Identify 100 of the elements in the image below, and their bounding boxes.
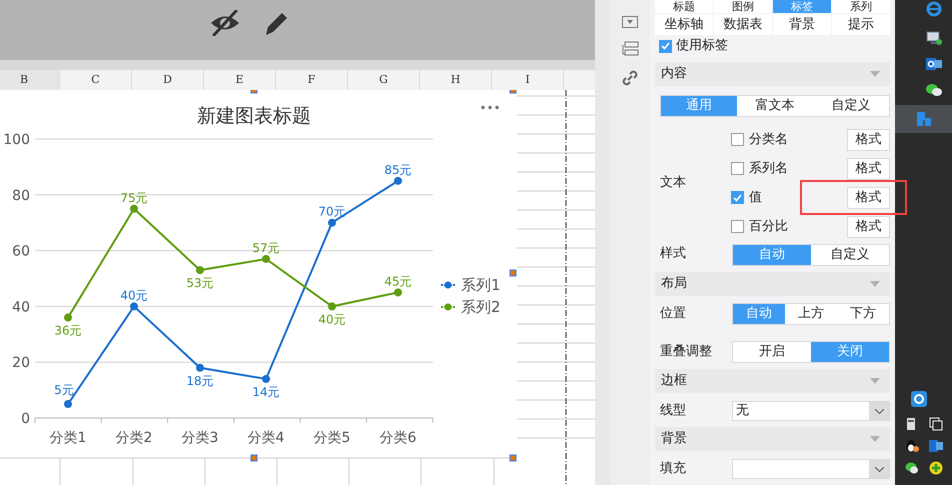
resize-handle[interactable] <box>250 454 258 462</box>
chevron-icon <box>874 466 884 472</box>
app-icon <box>916 111 932 127</box>
axis-label: 60 <box>12 244 30 260</box>
data-label: 5元 <box>54 383 74 398</box>
data-point <box>130 204 138 213</box>
tab[interactable]: 系列 <box>832 0 890 13</box>
dropdown-icon[interactable] <box>622 16 638 28</box>
data-label: 14元 <box>252 384 280 399</box>
format-button[interactable]: 格式 <box>847 158 890 180</box>
search-app-icon[interactable] <box>910 391 926 407</box>
column-header[interactable]: B <box>0 70 60 90</box>
active-app-tile[interactable] <box>895 105 952 133</box>
checkbox-label: 分类名 <box>749 130 788 149</box>
field-label: 样式 <box>659 245 687 263</box>
tab[interactable]: 标题 <box>655 0 713 13</box>
data-point <box>328 302 336 310</box>
link-icon[interactable] <box>622 70 638 86</box>
column-header[interactable]: D <box>132 70 204 90</box>
axis-label: 分类2 <box>116 430 152 446</box>
column-header[interactable]: C <box>60 70 132 90</box>
field-label: 位置 <box>659 305 687 324</box>
resize-handle[interactable] <box>510 454 516 462</box>
column-header[interactable]: G <box>348 70 420 90</box>
data-point <box>328 218 336 227</box>
data-point <box>130 302 138 310</box>
chevron-icon <box>874 408 884 414</box>
axis-label: 80 <box>12 188 30 204</box>
format-button[interactable]: 格式 <box>847 216 890 238</box>
checkbox[interactable] <box>731 191 744 204</box>
data-point <box>64 400 72 408</box>
data-label: 40元 <box>318 312 346 326</box>
data-point <box>196 364 204 372</box>
data-label: 18元 <box>186 374 214 388</box>
caret-icon <box>870 71 880 77</box>
data-label: 75元 <box>120 190 148 205</box>
axis-label: 40 <box>12 299 30 316</box>
data-label: 85元 <box>384 162 412 177</box>
field-label: 文本 <box>659 174 687 192</box>
windows-icon[interactable] <box>928 417 942 431</box>
data-point <box>196 266 204 274</box>
data-label: 40元 <box>120 288 148 302</box>
axis-label: 分类1 <box>50 430 86 446</box>
chat-app-icon[interactable] <box>924 83 942 97</box>
legend-label: 系列1 <box>461 276 501 294</box>
data-label: 53元 <box>186 276 214 290</box>
checkbox-label: 百分比 <box>749 218 788 236</box>
browser-icon[interactable] <box>924 1 942 17</box>
penguin-icon[interactable] <box>904 439 918 453</box>
chat-app-icon[interactable] <box>904 461 918 475</box>
chart-title: 新建图表标题 <box>197 105 311 127</box>
legend-label: 系列2 <box>461 298 501 316</box>
list-icon[interactable] <box>621 41 639 57</box>
format-button[interactable]: 格式 <box>847 128 890 150</box>
field-label: 重叠调整 <box>659 343 713 362</box>
checkbox[interactable] <box>731 162 744 175</box>
section-header[interactable]: 布局 <box>655 272 890 296</box>
mail-app-icon[interactable] <box>926 57 942 71</box>
tab[interactable]: 坐标轴 <box>655 14 713 35</box>
data-point <box>262 254 270 263</box>
section-header[interactable]: 边框 <box>655 369 890 393</box>
axis-label: 20 <box>12 355 30 372</box>
legend-marker <box>441 282 455 288</box>
data-label: 45元 <box>384 274 412 288</box>
column-header[interactable]: F <box>276 70 348 90</box>
caret-icon <box>870 281 880 287</box>
checkbox[interactable] <box>731 133 744 146</box>
axis-label: 100 <box>3 132 30 148</box>
section-header[interactable]: 内容 <box>655 62 890 86</box>
checkbox[interactable] <box>659 40 672 52</box>
caret-icon <box>870 436 880 442</box>
legend-marker <box>441 304 455 310</box>
tab[interactable]: 提示 <box>832 14 890 35</box>
data-point <box>394 288 402 296</box>
axis-label: 分类6 <box>380 430 416 446</box>
plus-icon[interactable] <box>928 461 942 475</box>
axis-label: 分类3 <box>182 430 218 446</box>
monitor-icon[interactable] <box>926 31 942 45</box>
tab[interactable]: 数据表 <box>714 14 772 35</box>
axis-label: 分类4 <box>248 430 284 446</box>
caret-icon <box>870 378 880 384</box>
resize-handle[interactable] <box>510 270 516 276</box>
more-icon[interactable]: ••• <box>479 101 501 115</box>
axis-label: 分类5 <box>314 430 350 446</box>
checkbox[interactable] <box>731 220 744 233</box>
data-point <box>262 374 270 383</box>
tab[interactable]: 图例 <box>714 0 772 13</box>
data-label: 57元 <box>252 240 280 255</box>
tab[interactable]: 背景 <box>773 14 831 35</box>
field-label: 填充 <box>659 460 687 478</box>
checkbox-label: 值 <box>749 188 762 207</box>
data-point <box>394 176 402 185</box>
field-label: 线型 <box>659 402 687 420</box>
checkbox-label: 系列名 <box>749 160 788 178</box>
column-header[interactable]: H <box>420 70 492 90</box>
section-header[interactable]: 背景 <box>655 427 890 451</box>
line-type-select[interactable]: 无 <box>732 401 890 421</box>
axis-label: 0 <box>21 411 30 427</box>
format-button[interactable]: 格式 <box>847 186 890 208</box>
data-point <box>64 314 72 322</box>
